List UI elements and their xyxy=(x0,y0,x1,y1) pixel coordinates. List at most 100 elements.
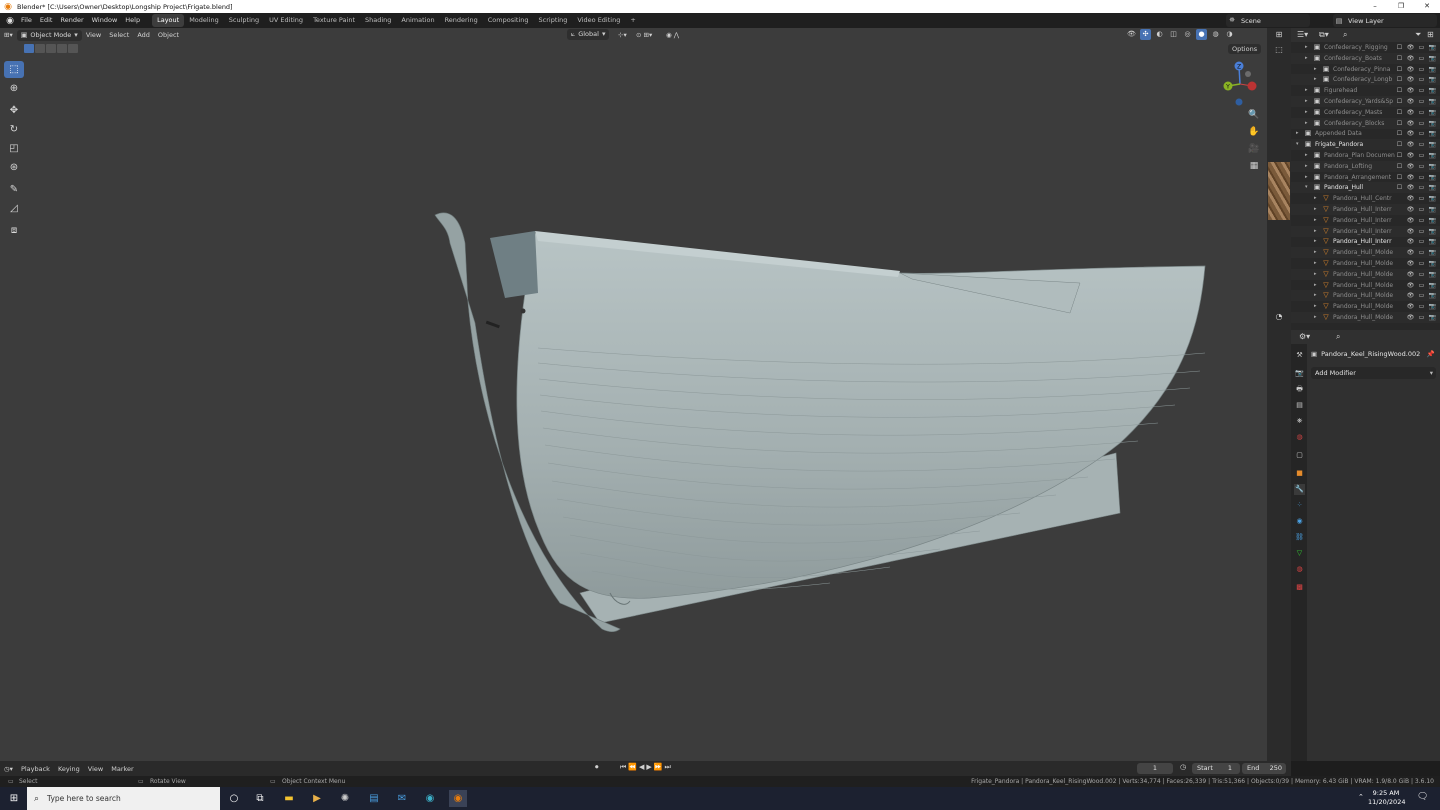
select-new-icon[interactable] xyxy=(24,44,34,53)
eye-icon[interactable]: 👁 xyxy=(1406,312,1415,323)
render-camera-icon[interactable]: 📷 xyxy=(1428,42,1437,53)
eye-icon[interactable]: 👁 xyxy=(1406,226,1415,237)
menu-help[interactable]: Help xyxy=(121,13,144,28)
visibility-toggles[interactable]: 👁 ▭ 📷 xyxy=(1395,258,1439,269)
viewport-display-icon[interactable]: ▭ xyxy=(1417,290,1426,301)
filter-icon[interactable]: ⏷ xyxy=(1415,30,1421,40)
expand-arrow-icon[interactable]: ▸ xyxy=(1296,128,1302,139)
output-tab-icon[interactable]: 🖶 xyxy=(1294,384,1305,395)
eye-icon[interactable]: 👁 xyxy=(1406,139,1415,150)
close-window-button[interactable]: ✕ xyxy=(1414,0,1440,13)
expand-arrow-icon[interactable]: ▸ xyxy=(1305,107,1311,118)
viewport-display-icon[interactable]: ▭ xyxy=(1417,226,1426,237)
playback-menu[interactable]: Playback xyxy=(17,765,54,773)
render-camera-icon[interactable]: 📷 xyxy=(1428,236,1437,247)
material-tab-icon[interactable]: ◍ xyxy=(1294,564,1305,575)
outliner-editor-icon[interactable]: ☰▾ xyxy=(1297,30,1308,39)
tab-video-editing[interactable]: Video Editing xyxy=(572,14,625,27)
pivot-point-icon[interactable]: ⊹▾ xyxy=(614,28,631,42)
expand-arrow-icon[interactable]: ▸ xyxy=(1314,226,1320,237)
eye-icon[interactable]: 👁 xyxy=(1406,247,1415,258)
render-camera-icon[interactable]: 📷 xyxy=(1428,53,1437,64)
outliner-panel[interactable]: ☰▾ ⧉▾ ⌕ ⏷ ⊞ ▸ ▣ Confederacy_Rigging ☐ 👁 ▭ 📷 ▸ ▣ C… xyxy=(1291,28,1440,330)
visibility-toggles[interactable]: 👁 ▭ 📷 xyxy=(1395,247,1439,258)
viewport-display-icon[interactable]: ▭ xyxy=(1417,258,1426,269)
expand-arrow-icon[interactable]: ▸ xyxy=(1314,193,1320,204)
viewport-display-icon[interactable]: ▭ xyxy=(1417,236,1426,247)
tab-animation[interactable]: Animation xyxy=(396,14,439,27)
visibility-toggles[interactable]: ☐ 👁 ▭ 📷 xyxy=(1395,74,1439,85)
select-menu[interactable]: Select xyxy=(105,28,133,42)
eye-icon[interactable]: 👁 xyxy=(1406,204,1415,215)
viewport-display-icon[interactable]: ▭ xyxy=(1417,301,1426,312)
render-camera-icon[interactable]: 📷 xyxy=(1428,312,1437,323)
paint-app-icon[interactable]: ✺ xyxy=(336,790,354,807)
eye-icon[interactable]: 👁 xyxy=(1406,161,1415,172)
object-tab-icon[interactable]: ■ xyxy=(1294,468,1305,479)
render-camera-icon[interactable]: 📷 xyxy=(1428,193,1437,204)
outliner-row[interactable]: ▸ ▣ Confederacy_Masts ☐ 👁 ▭ 📷 xyxy=(1291,107,1440,118)
render-camera-icon[interactable]: 📷 xyxy=(1428,226,1437,237)
outliner-row[interactable]: ▸ ▽ Pandora_Hull_Centr 👁 ▭ 📷 xyxy=(1291,193,1440,204)
eye-icon[interactable]: 👁 xyxy=(1406,290,1415,301)
exclude-checkbox-icon[interactable] xyxy=(1395,193,1404,204)
viewport-display-icon[interactable]: ▭ xyxy=(1417,215,1426,226)
tab-rendering[interactable]: Rendering xyxy=(440,14,483,27)
eye-icon[interactable]: 👁 xyxy=(1406,107,1415,118)
eye-icon[interactable]: 👁 xyxy=(1406,301,1415,312)
visibility-toggles[interactable]: ☐ 👁 ▭ 📷 xyxy=(1395,85,1439,96)
expand-arrow-icon[interactable]: ▸ xyxy=(1314,236,1320,247)
record-icon[interactable]: ⏺ xyxy=(595,763,599,772)
blender-logo-icon[interactable]: ◉ xyxy=(3,14,17,28)
outliner-row[interactable]: ▸ ▽ Pandora_Hull_Interr 👁 ▭ 📷 xyxy=(1291,204,1440,215)
maximize-button[interactable]: ❐ xyxy=(1388,0,1414,13)
visibility-toggles[interactable]: ☐ 👁 ▭ 📷 xyxy=(1395,118,1439,129)
tab-texture-paint[interactable]: Texture Paint xyxy=(308,14,360,27)
eye-icon[interactable]: 👁 xyxy=(1406,269,1415,280)
file-explorer-icon[interactable]: ▬ xyxy=(280,790,298,807)
select-extend-icon[interactable] xyxy=(35,44,45,53)
current-frame-field[interactable]: 1 xyxy=(1137,763,1173,774)
exclude-checkbox-icon[interactable]: ☐ xyxy=(1395,42,1404,53)
outliner-row[interactable]: ▾ ▣ Frigate_Pandora ☐ 👁 ▭ 📷 xyxy=(1291,139,1440,151)
render-camera-icon[interactable]: 📷 xyxy=(1428,280,1437,291)
view-menu[interactable]: View xyxy=(84,765,107,773)
outliner-row[interactable]: ▸ ▽ Pandora_Hull_Interr 👁 ▭ 📷 xyxy=(1291,215,1440,226)
outliner-row[interactable]: ▸ ▣ Pandora_Arrangement ☐ 👁 ▭ 📷 xyxy=(1291,172,1440,183)
visibility-toggles[interactable]: ☐ 👁 ▭ 📷 xyxy=(1395,172,1439,183)
minimize-button[interactable]: – xyxy=(1362,0,1388,13)
viewport-display-icon[interactable]: ▭ xyxy=(1417,128,1426,139)
notification-icon[interactable]: 🗨 xyxy=(1417,792,1428,802)
media-app-icon[interactable]: ▶ xyxy=(308,790,326,807)
display-mode-icon[interactable]: ⧉▾ xyxy=(1319,30,1329,40)
render-camera-icon[interactable]: 📷 xyxy=(1428,96,1437,107)
menu-window[interactable]: Window xyxy=(88,13,122,28)
new-collection-icon[interactable]: ⊞ xyxy=(1427,30,1434,39)
render-camera-icon[interactable]: 📷 xyxy=(1428,107,1437,118)
render-camera-icon[interactable]: 📷 xyxy=(1428,301,1437,312)
tab-uv-editing[interactable]: UV Editing xyxy=(264,14,308,27)
visibility-toggles[interactable]: 👁 ▭ 📷 xyxy=(1395,280,1439,291)
tray-chevron-icon[interactable]: ⌃ xyxy=(1358,793,1364,801)
viewport-display-icon[interactable]: ▭ xyxy=(1417,118,1426,129)
exclude-checkbox-icon[interactable]: ☐ xyxy=(1395,182,1404,193)
exclude-checkbox-icon[interactable] xyxy=(1395,269,1404,280)
eye-icon[interactable]: 👁 xyxy=(1406,215,1415,226)
render-camera-icon[interactable]: 📷 xyxy=(1428,150,1437,161)
viewport-display-icon[interactable]: ▭ xyxy=(1417,74,1426,85)
viewport-display-icon[interactable]: ▭ xyxy=(1417,172,1426,183)
exclude-checkbox-icon[interactable] xyxy=(1395,258,1404,269)
add-modifier-dropdown[interactable]: Add Modifier ▾ xyxy=(1311,367,1436,379)
add-workspace-button[interactable]: + xyxy=(625,14,640,27)
object-menu[interactable]: Object xyxy=(154,28,183,42)
texture-tab-icon[interactable]: ▩ xyxy=(1294,582,1305,593)
search-icon[interactable]: ⌕ xyxy=(1336,332,1340,342)
viewport-display-icon[interactable]: ▭ xyxy=(1417,53,1426,64)
cursor-tool-icon[interactable]: ⊕ xyxy=(4,80,24,97)
select-invert-icon[interactable] xyxy=(57,44,67,53)
expand-arrow-icon[interactable]: ▸ xyxy=(1314,204,1320,215)
move-tool-icon[interactable]: ✥ xyxy=(4,102,24,119)
eye-icon[interactable]: 👁 xyxy=(1406,193,1415,204)
outliner-row[interactable]: ▸ ▣ Figurehead ☐ 👁 ▭ 📷 xyxy=(1291,85,1440,96)
render-camera-icon[interactable]: 📷 xyxy=(1428,172,1437,183)
